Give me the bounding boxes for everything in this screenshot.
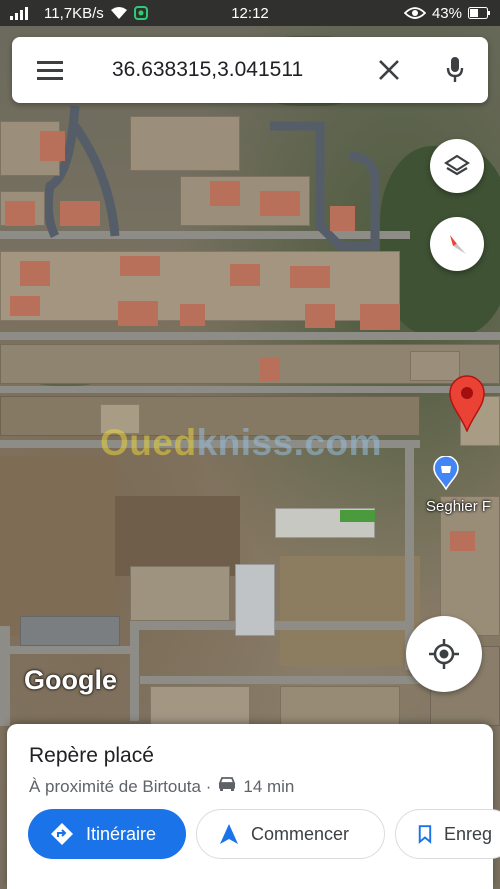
watermark-part2: kniss.com (196, 422, 383, 463)
start-label: Commencer (251, 823, 350, 844)
my-location-button[interactable] (406, 616, 482, 692)
car-icon (217, 776, 237, 797)
save-button[interactable]: Enreg (395, 809, 500, 859)
watermark-part1: Oued (100, 422, 197, 463)
start-button[interactable]: Commencer (196, 809, 385, 859)
status-bar: 11,7KB/s 12:12 43% (0, 0, 500, 26)
place-subtitle: À proximité de Birtouta · 14 min (29, 776, 294, 797)
directions-label: Itinéraire (86, 823, 157, 844)
network-speed: 11,7KB/s (44, 4, 104, 22)
menu-button[interactable] (12, 37, 88, 103)
microphone-icon (446, 57, 464, 82)
eye-icon (403, 6, 426, 20)
compass-icon (450, 235, 466, 254)
search-input[interactable]: 36.638315,3.041511 (88, 58, 356, 82)
layers-button[interactable] (430, 139, 484, 193)
app-notification-icon (133, 6, 148, 20)
save-label: Enreg (443, 823, 492, 844)
my-location-icon (429, 639, 459, 669)
place-title: Repère placé (29, 744, 154, 767)
clear-search-button[interactable] (356, 37, 422, 103)
google-logo: Google (24, 665, 117, 695)
search-bar[interactable]: 36.638315,3.041511 (12, 37, 488, 103)
dropped-pin-marker[interactable] (448, 374, 486, 437)
map-pin-icon (449, 375, 485, 433)
place-location: À proximité de Birtouta · (29, 776, 212, 796)
voice-search-button[interactable] (422, 37, 488, 103)
watermark: Ouedkniss.com (100, 422, 382, 464)
bookmark-icon (418, 825, 432, 844)
poi-marker[interactable] (433, 455, 459, 495)
compass-button[interactable] (430, 217, 484, 271)
shop-pin-icon (433, 455, 459, 491)
drive-time: 14 min (243, 776, 295, 796)
close-icon (379, 60, 399, 80)
navigation-arrow-icon (220, 824, 238, 844)
directions-icon (51, 823, 73, 845)
wifi-icon (110, 6, 128, 20)
poi-label[interactable]: Seghier F (426, 498, 491, 515)
place-sheet[interactable]: Repère placé À proximité de Birtouta · 1… (7, 724, 500, 889)
signal-icon (10, 6, 38, 20)
battery-level: 43% (431, 4, 462, 22)
battery-icon (468, 7, 490, 19)
hamburger-icon (37, 61, 63, 80)
directions-button[interactable]: Itinéraire (28, 809, 186, 859)
layers-icon (444, 154, 470, 176)
